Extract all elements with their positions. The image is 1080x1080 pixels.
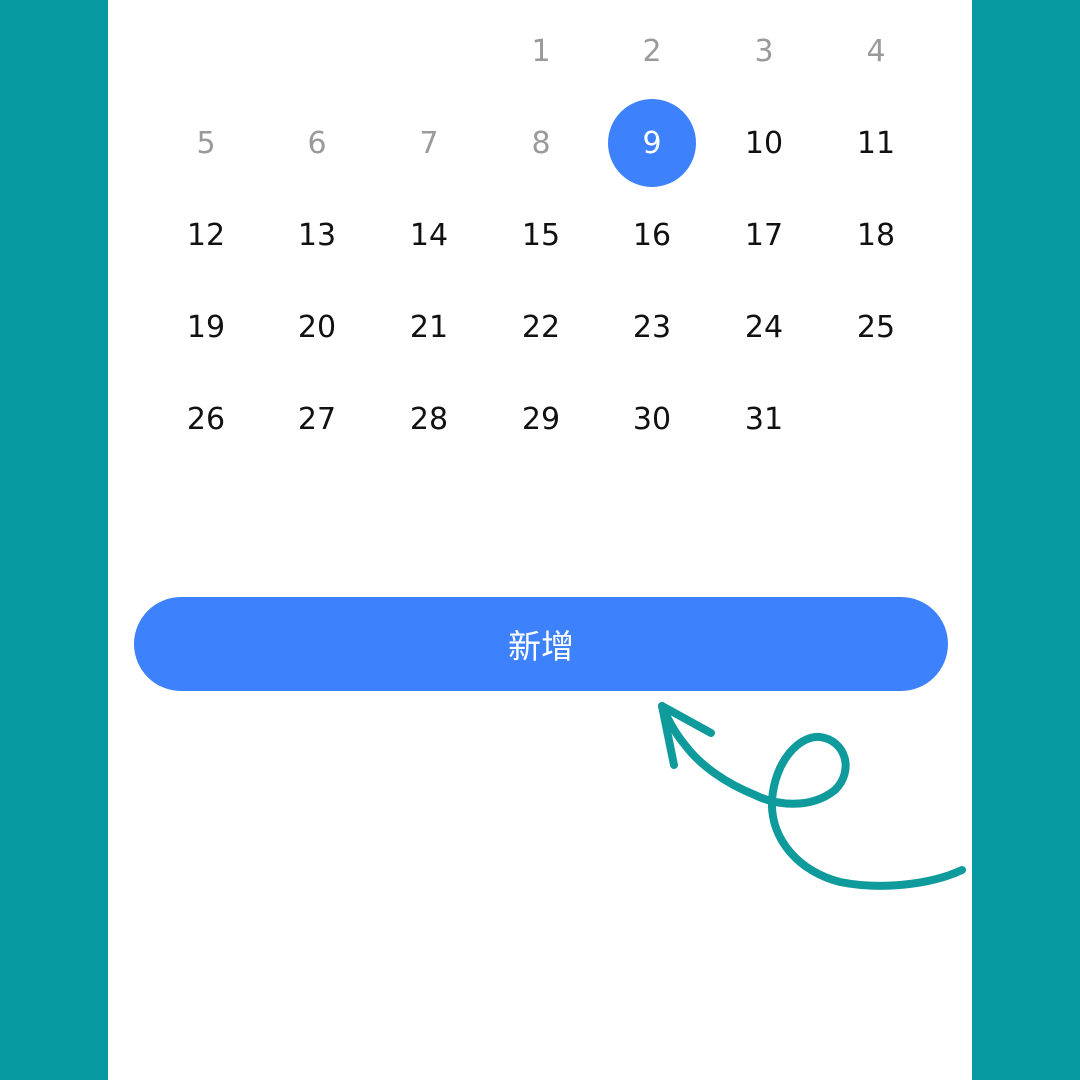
calendar-day[interactable]: 22 <box>497 283 585 371</box>
add-button[interactable]: 新增 <box>134 597 948 691</box>
calendar-day[interactable]: 4 <box>832 7 920 95</box>
calendar-day[interactable]: 2 <box>608 7 696 95</box>
calendar-day[interactable]: 11 <box>832 99 920 187</box>
calendar-day[interactable]: 27 <box>273 375 361 463</box>
calendar-day[interactable]: 26 <box>162 375 250 463</box>
calendar-day[interactable]: 30 <box>608 375 696 463</box>
calendar-day[interactable]: 17 <box>720 191 808 279</box>
calendar-day[interactable]: 1 <box>497 7 585 95</box>
calendar-day[interactable]: 21 <box>385 283 473 371</box>
calendar-day[interactable]: 28 <box>385 375 473 463</box>
calendar-day[interactable]: 12 <box>162 191 250 279</box>
calendar-day[interactable]: 5 <box>162 99 250 187</box>
calendar-day[interactable]: 18 <box>832 191 920 279</box>
calendar-day-selected[interactable]: 9 <box>608 99 696 187</box>
calendar-day[interactable]: 15 <box>497 191 585 279</box>
calendar-day[interactable]: 16 <box>608 191 696 279</box>
calendar-day[interactable]: 19 <box>162 283 250 371</box>
calendar-day[interactable]: 7 <box>385 99 473 187</box>
calendar-day[interactable]: 24 <box>720 283 808 371</box>
calendar-day[interactable]: 13 <box>273 191 361 279</box>
calendar-day[interactable]: 10 <box>720 99 808 187</box>
calendar-day[interactable]: 23 <box>608 283 696 371</box>
calendar-day[interactable]: 3 <box>720 7 808 95</box>
calendar-day[interactable]: 8 <box>497 99 585 187</box>
calendar-day[interactable]: 14 <box>385 191 473 279</box>
calendar-day[interactable]: 6 <box>273 99 361 187</box>
calendar-day[interactable]: 20 <box>273 283 361 371</box>
calendar-day[interactable]: 25 <box>832 283 920 371</box>
calendar-day[interactable]: 31 <box>720 375 808 463</box>
calendar-day[interactable]: 29 <box>497 375 585 463</box>
